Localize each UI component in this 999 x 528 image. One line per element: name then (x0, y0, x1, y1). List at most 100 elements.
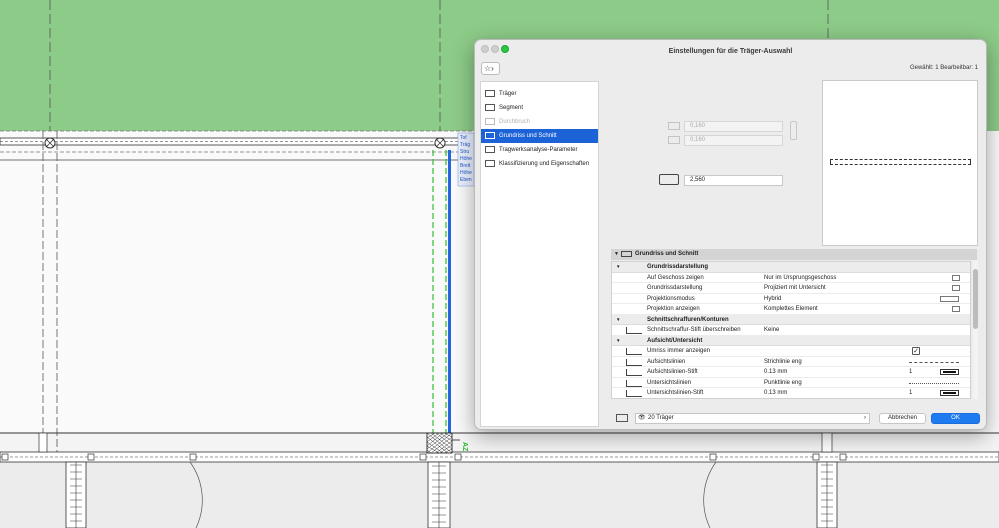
setting-value[interactable]: Hybrid (764, 294, 781, 305)
tooltip-line: Eben (460, 177, 472, 183)
dialog-titlebar[interactable]: Einstellungen für die Träger-Auswahl (475, 40, 986, 59)
outline-icon (626, 348, 642, 355)
setting-row[interactable]: Aufsichtslinien Strichlinie eng (612, 357, 970, 368)
nav-item-segment[interactable]: Segment (481, 101, 598, 115)
story-icon (952, 274, 960, 281)
link-icon (790, 121, 797, 140)
group-title: Grundrissdarstellung (647, 264, 709, 270)
wall-node[interactable] (419, 453, 427, 461)
opening-icon (485, 118, 495, 125)
cut-fill-pen-icon (626, 327, 642, 334)
close-window-button[interactable] (481, 45, 489, 53)
classification-icon (485, 160, 495, 167)
setting-row[interactable]: Untersichtslinien-Stift 0.13 mm 1 (612, 388, 970, 398)
settings-scrollbar[interactable] (973, 261, 978, 399)
nav-item-beam[interactable]: Träger (481, 87, 598, 101)
width-field: 0,160 (684, 121, 783, 132)
favorites-button[interactable]: ☆› (481, 62, 500, 75)
setting-row[interactable]: Projektionsmodus Hybrid (612, 294, 970, 305)
setting-label: Aufsichtslinien-Stift (647, 369, 698, 375)
nav-item-opening: Durchbruch (481, 115, 598, 129)
length-field[interactable]: 2,560 (684, 175, 783, 186)
group-title: Schnittschraffuren/Konturen (647, 316, 729, 323)
dialog-footer: 👁 20 Träger › Abbrechen OK (475, 410, 986, 429)
wall-node[interactable] (812, 453, 820, 461)
axis-marker-label: AZ (461, 442, 468, 452)
beam-settings-dialog: Einstellungen für die Träger-Auswahl ☆› … (474, 39, 987, 430)
cancel-button[interactable]: Abbrechen (879, 413, 926, 424)
beam-length-icon (659, 174, 679, 185)
floorplan-icon (485, 132, 495, 139)
projection-mode-icon (940, 295, 959, 302)
settings-nav: Träger Segment Durchbruch Grundriss und … (480, 81, 599, 427)
layer-name: 20 Träger (648, 415, 674, 421)
setting-row[interactable]: Grundrissdarstellung Projiziert mit Unter… (612, 283, 970, 294)
setting-row[interactable]: Untersichtslinien Punktlinie eng (612, 378, 970, 389)
setting-label: Schnittschraffur-Stift überschreiben (647, 327, 741, 333)
setting-row[interactable]: Projektion anzeigen Komplettes Element (612, 304, 970, 315)
layer-select[interactable]: 👁 20 Träger › (635, 413, 870, 424)
selected-beam[interactable] (448, 150, 451, 433)
setting-value[interactable]: 0.13 mm (764, 367, 787, 378)
pen-color-swatch[interactable] (940, 369, 959, 375)
nav-item-label: Segment (499, 105, 524, 111)
wall-node[interactable] (709, 453, 717, 461)
height-icon (668, 136, 680, 144)
nav-item-floorplan-section[interactable]: Grundriss und Schnitt (481, 129, 598, 143)
settings-grid: ▼ Grundrissdarstellung Auf Geschoss zeige… (611, 261, 971, 399)
section-title: Grundriss und Schnitt (635, 251, 699, 257)
setting-row[interactable]: Aufsichtslinien-Stift 0.13 mm 1 (612, 367, 970, 378)
setting-value[interactable]: Punktlinie eng (764, 378, 802, 389)
wall-node[interactable] (189, 453, 197, 461)
show-projection-icon (952, 306, 960, 312)
wall-node[interactable] (87, 453, 95, 461)
setting-value[interactable]: Keine (764, 325, 779, 336)
setting-label: Aufsichtslinien (647, 358, 686, 365)
setting-row[interactable]: Auf Geschoss zeigen Nur im Ursprungsgesch… (612, 273, 970, 284)
preview-beam-shape (830, 159, 971, 165)
wall-node[interactable] (1, 453, 9, 461)
setting-row[interactable]: Schnittschraffur-Stift überschreiben Kein… (612, 325, 970, 336)
group-header[interactable]: ▼ Aufsicht/Untersicht (612, 335, 970, 346)
segment-icon (485, 104, 495, 111)
setting-value[interactable]: Strichlinie eng (764, 357, 802, 368)
zoom-window-button[interactable] (501, 45, 509, 53)
setting-label: Grundrissdarstellung (647, 285, 703, 291)
scrollbar-thumb[interactable] (973, 269, 978, 329)
underside-lines-icon (626, 379, 642, 387)
ok-button[interactable]: OK (931, 413, 980, 424)
eye-icon: 👁 (638, 415, 646, 421)
section-header[interactable]: ▼ Grundriss und Schnitt (611, 249, 977, 260)
group-header[interactable]: ▼ Schnittschraffuren/Konturen (612, 314, 970, 325)
wall-post (38, 432, 48, 453)
wall-node[interactable] (839, 453, 847, 461)
nav-item-classification[interactable]: Klassifizierung und Eigenschaften (481, 157, 598, 171)
collapse-arrow-icon: ▼ (614, 251, 619, 257)
group-header[interactable]: ▼ Grundrissdarstellung (612, 262, 970, 273)
collapse-arrow-icon: ▼ (616, 264, 621, 269)
floorplan-icon (621, 251, 632, 257)
dialog-title: Einstellungen für die Träger-Auswahl (668, 48, 793, 55)
nav-item-label: Grundriss und Schnitt (499, 133, 557, 139)
floorplan-display-icon (952, 285, 960, 291)
beam-preview (822, 80, 978, 246)
overhead-lines-icon (626, 358, 642, 366)
underside-pen-icon (626, 390, 642, 397)
setting-value[interactable]: 0.13 mm (764, 388, 787, 398)
setting-value[interactable]: Komplettes Element (764, 304, 818, 315)
line-type-preview (909, 382, 959, 384)
setting-value[interactable]: Projiziert mit Untersicht (764, 283, 826, 294)
nav-item-structural-analysis[interactable]: Tragwerksanalyse-Parameter (481, 143, 598, 157)
setting-value[interactable]: Nur im Ursprungsgeschoss (764, 273, 836, 284)
bottom-wall[interactable] (0, 451, 999, 463)
setting-label: Projektionsmodus (647, 295, 695, 302)
nav-item-label: Klassifizierung und Eigenschaften (499, 161, 590, 167)
minimize-window-button[interactable] (491, 45, 499, 53)
wall-node[interactable] (454, 453, 462, 461)
pen-number: 1 (909, 390, 913, 396)
checkmark-icon[interactable]: ✓ (912, 347, 920, 355)
setting-row[interactable]: Umriss immer anzeigen ✓ (612, 346, 970, 357)
pen-color-swatch[interactable] (940, 390, 959, 396)
layer-icon (616, 414, 628, 422)
tooltip-line: Höhe (460, 170, 472, 176)
